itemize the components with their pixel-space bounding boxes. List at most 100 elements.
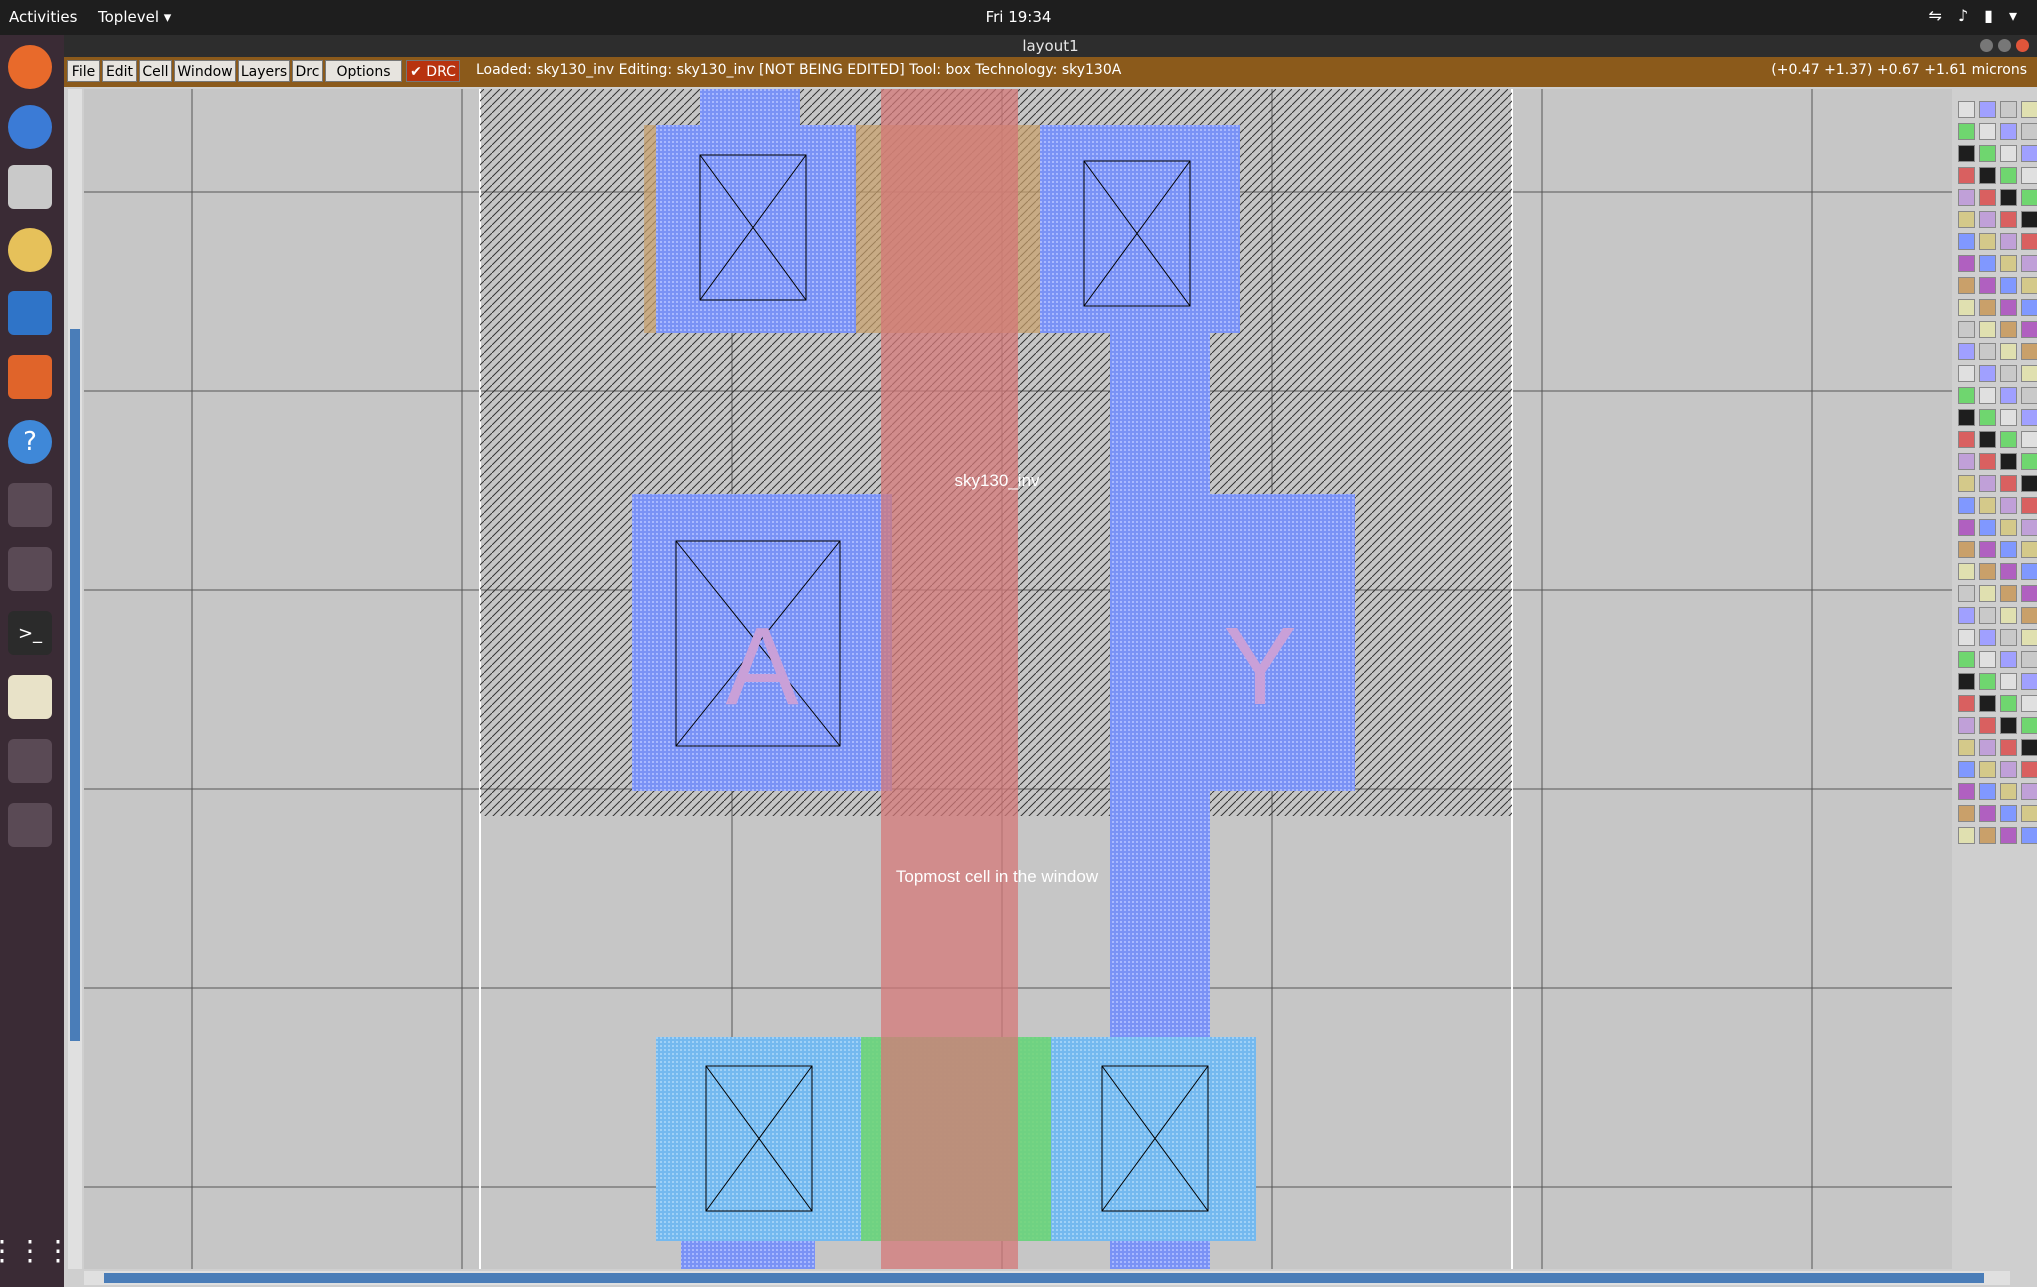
layer-swatch[interactable] [1958, 695, 1975, 712]
layer-swatch[interactable] [1979, 453, 1996, 470]
show-apps-icon[interactable]: ⋮⋮⋮ [0, 1228, 72, 1272]
layer-swatch[interactable] [2021, 563, 2037, 580]
layer-swatch[interactable] [1979, 475, 1996, 492]
vertical-scroll-thumb[interactable] [70, 329, 80, 1041]
layer-swatch[interactable] [2021, 343, 2037, 360]
layer-swatch[interactable] [2021, 761, 2037, 778]
software-icon[interactable] [8, 355, 52, 399]
writer-icon[interactable] [8, 291, 52, 335]
maximize-icon[interactable] [1998, 39, 2011, 52]
layer-swatch[interactable] [1958, 761, 1975, 778]
layer-swatch[interactable] [1958, 365, 1975, 382]
layer-swatch[interactable] [1979, 233, 1996, 250]
layer-swatch[interactable] [1979, 761, 1996, 778]
menu-cell[interactable]: Cell [139, 60, 172, 82]
layer-swatch[interactable] [2021, 101, 2037, 118]
text-editor-icon[interactable] [8, 675, 52, 719]
layer-swatch[interactable] [2000, 321, 2017, 338]
help-icon[interactable]: ? [8, 420, 52, 464]
menu-drc[interactable]: Drc [292, 60, 323, 82]
app-window-icon[interactable] [8, 739, 52, 783]
layer-swatch[interactable] [2000, 783, 2017, 800]
layer-swatch[interactable] [2021, 211, 2037, 228]
layer-swatch[interactable] [1958, 211, 1975, 228]
layer-swatch[interactable] [1958, 563, 1975, 580]
layer-swatch[interactable] [1958, 585, 1975, 602]
layer-swatch[interactable] [1979, 145, 1996, 162]
layer-swatch[interactable] [1979, 673, 1996, 690]
rhythmbox-icon[interactable] [8, 228, 52, 272]
layer-swatch[interactable] [2021, 717, 2037, 734]
layer-swatch[interactable] [2021, 629, 2037, 646]
layer-swatch[interactable] [2021, 651, 2037, 668]
layer-swatch[interactable] [1958, 123, 1975, 140]
layer-swatch[interactable] [2021, 805, 2037, 822]
layer-swatch[interactable] [1958, 651, 1975, 668]
layer-swatch[interactable] [1979, 695, 1996, 712]
layer-swatch[interactable] [1958, 607, 1975, 624]
layer-swatch[interactable] [2000, 365, 2017, 382]
layer-swatch[interactable] [2000, 805, 2017, 822]
layer-swatch[interactable] [2000, 563, 2017, 580]
layer-swatch[interactable] [2021, 387, 2037, 404]
layer-swatch[interactable] [2021, 673, 2037, 690]
clock[interactable]: Fri 19:34 [0, 8, 2037, 26]
layer-swatch[interactable] [2021, 541, 2037, 558]
layer-swatch[interactable] [1979, 519, 1996, 536]
layer-swatch[interactable] [1958, 299, 1975, 316]
layer-swatch[interactable] [1958, 101, 1975, 118]
layer-swatch[interactable] [1979, 211, 1996, 228]
layer-swatch[interactable] [1979, 607, 1996, 624]
layer-swatch[interactable] [1958, 783, 1975, 800]
layer-swatch[interactable] [2021, 167, 2037, 184]
layer-swatch[interactable] [1979, 717, 1996, 734]
layer-swatch[interactable] [1958, 541, 1975, 558]
layer-swatch[interactable] [2021, 145, 2037, 162]
layer-swatch[interactable] [2021, 123, 2037, 140]
layer-swatch[interactable] [2000, 409, 2017, 426]
layer-swatch[interactable] [2000, 629, 2017, 646]
layer-swatch[interactable] [2021, 233, 2037, 250]
layer-swatch[interactable] [1958, 145, 1975, 162]
layer-swatch[interactable] [1979, 629, 1996, 646]
layer-swatch[interactable] [1979, 585, 1996, 602]
layer-swatch[interactable] [1979, 255, 1996, 272]
app-window-icon[interactable] [8, 803, 52, 847]
layer-swatch[interactable] [1979, 497, 1996, 514]
layer-swatch[interactable] [1958, 453, 1975, 470]
layer-swatch[interactable] [2021, 409, 2037, 426]
terminal-icon[interactable]: >_ [8, 611, 52, 655]
layer-swatch[interactable] [2000, 519, 2017, 536]
layer-swatch[interactable] [2021, 827, 2037, 844]
layer-swatch[interactable] [2021, 783, 2037, 800]
layer-swatch[interactable] [2000, 145, 2017, 162]
layer-swatch[interactable] [1979, 123, 1996, 140]
close-icon[interactable] [2016, 39, 2029, 52]
layer-swatch[interactable] [1979, 189, 1996, 206]
layer-swatch[interactable] [1958, 805, 1975, 822]
layer-swatch[interactable] [1958, 255, 1975, 272]
layer-swatch[interactable] [2000, 827, 2017, 844]
layer-swatch[interactable] [1958, 233, 1975, 250]
vertical-scrollbar[interactable] [68, 89, 82, 1269]
layer-swatch[interactable] [1979, 783, 1996, 800]
layer-swatch[interactable] [2000, 299, 2017, 316]
layer-swatch[interactable] [2000, 189, 2017, 206]
layer-swatch[interactable] [2000, 277, 2017, 294]
layer-swatch[interactable] [1958, 739, 1975, 756]
app-window-icon[interactable] [8, 483, 52, 527]
layer-swatch[interactable] [2000, 167, 2017, 184]
menu-file[interactable]: File [67, 60, 100, 82]
layer-swatch[interactable] [1979, 343, 1996, 360]
thunderbird-icon[interactable] [8, 105, 52, 149]
layer-swatch[interactable] [2021, 299, 2037, 316]
layer-swatch[interactable] [1979, 827, 1996, 844]
layer-swatch[interactable] [2021, 189, 2037, 206]
layer-swatch[interactable] [1958, 321, 1975, 338]
layer-swatch[interactable] [1958, 475, 1975, 492]
layer-swatch[interactable] [2021, 365, 2037, 382]
layer-swatch[interactable] [1979, 409, 1996, 426]
system-tray[interactable]: ⇋ ♪ ▮ ▾ [1929, 6, 2017, 25]
layer-swatch[interactable] [1979, 739, 1996, 756]
app-window-icon[interactable] [8, 547, 52, 591]
